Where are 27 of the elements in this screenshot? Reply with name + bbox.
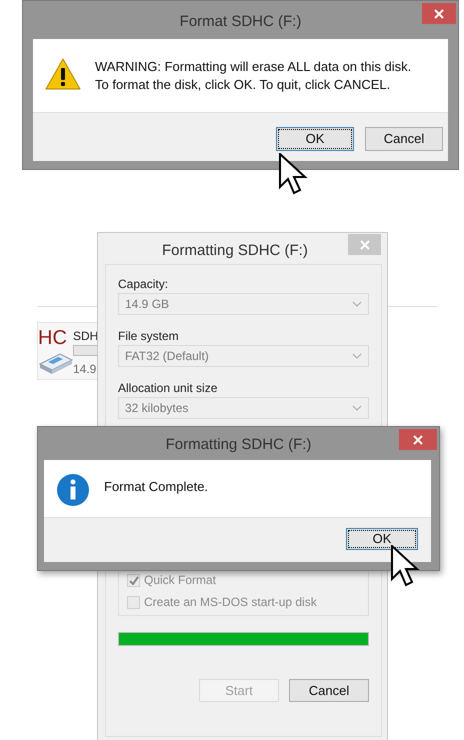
close-icon [413,434,423,444]
dialog-button[interactable]: Cancel [289,679,369,702]
checkbox-label: Quick Format [144,572,216,589]
drive-logo: HC [38,328,67,348]
dialog-message: Format Complete. [104,478,208,496]
chevron-down-icon [352,300,362,308]
window-title: Format SDHC (F:) [180,12,302,32]
dialog-button[interactable]: Cancel [365,127,443,151]
chevron-down-icon [352,352,362,360]
chevron-down-icon [352,404,362,412]
close-button[interactable] [399,429,437,450]
warning-message: WARNING: Formatting will erase ALL data on this disk. [95,58,412,76]
close-icon [360,240,370,250]
window-title: Formatting SDHC (F:) [166,435,312,455]
window-title: Formatting SDHC (F:) [162,241,308,261]
warning-icon [45,57,81,91]
field-label: Capacity: [118,276,170,293]
field-label: File system [118,328,180,345]
warning-message: To format the disk, click OK. To quit, click CANCEL. [95,76,392,94]
dialog-button[interactable]: OK [276,127,354,151]
info-icon [56,473,90,507]
dialog-button[interactable]: OK [346,528,418,550]
field-label: Allocation unit size [118,380,218,397]
close-icon [434,8,444,18]
drive-size: 14.9 [73,361,96,378]
close-button[interactable] [422,3,456,24]
checkbox-label: Create an MS-DOS start-up disk [144,594,317,611]
